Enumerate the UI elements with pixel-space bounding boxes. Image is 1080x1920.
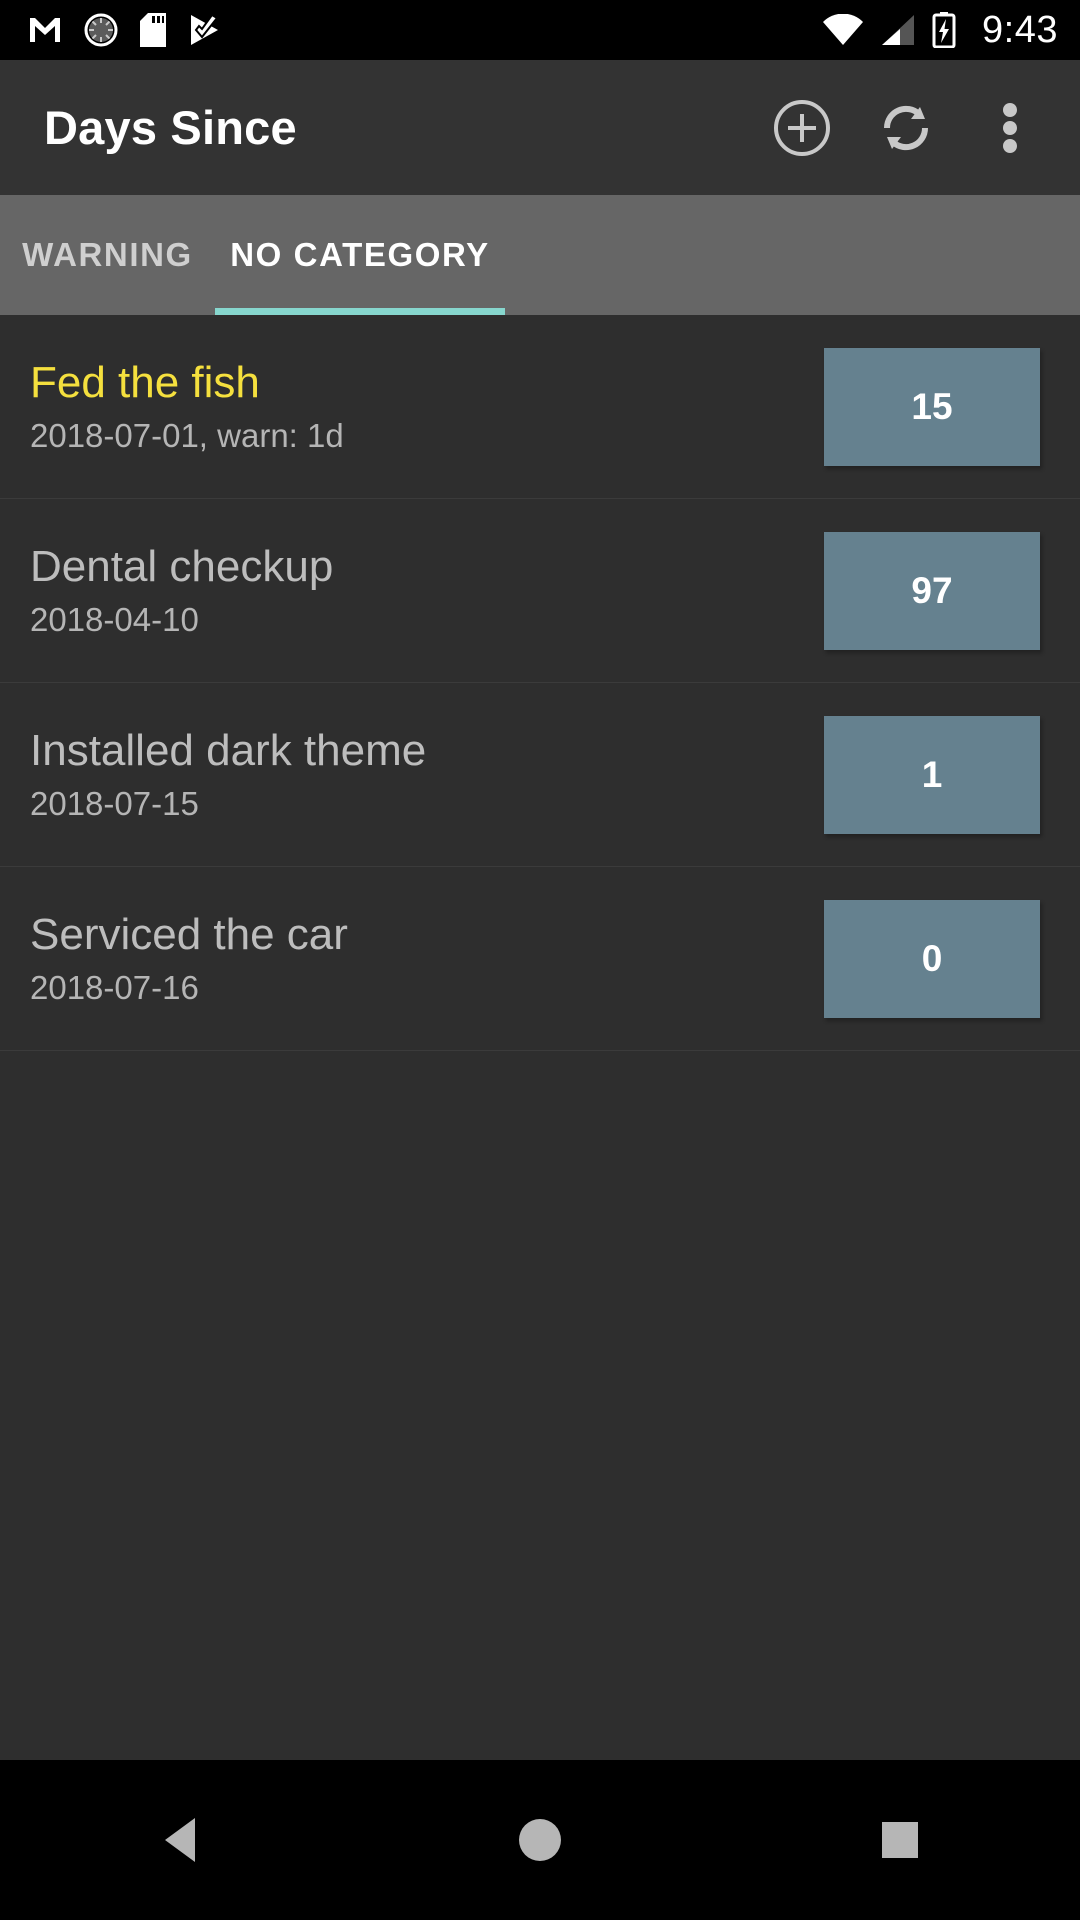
battery-charging-icon	[932, 12, 956, 48]
list-item-text: Dental checkup 2018-04-10	[30, 542, 824, 639]
status-bar-clock: 9:43	[982, 9, 1058, 51]
tab-no-category-label: NO CATEGORY	[230, 236, 490, 273]
overflow-menu-button[interactable]	[958, 76, 1062, 180]
app-bar-actions	[750, 76, 1062, 180]
back-triangle-icon	[165, 1818, 195, 1862]
android-nav-bar	[0, 1760, 1080, 1920]
add-button[interactable]	[750, 76, 854, 180]
sd-card-icon	[140, 13, 166, 47]
days-count-badge[interactable]: 97	[824, 531, 1040, 650]
tab-warning-label: WARNING	[22, 236, 193, 273]
table-row[interactable]: Fed the fish 2018-07-01, warn: 1d 15	[0, 315, 1080, 499]
list-item-text: Installed dark theme 2018-07-15	[30, 726, 824, 823]
tab-active-indicator	[215, 308, 505, 315]
days-count-badge[interactable]: 1	[824, 715, 1040, 834]
table-row[interactable]: Dental checkup 2018-04-10 97	[0, 499, 1080, 683]
back-button[interactable]	[105, 1760, 255, 1920]
page-title: Days Since	[44, 101, 297, 154]
more-vert-icon	[1003, 102, 1017, 153]
refresh-icon	[883, 105, 929, 150]
list-item-subtitle: 2018-07-01, warn: 1d	[30, 417, 344, 455]
table-row[interactable]: Serviced the car 2018-07-16 0	[0, 867, 1080, 1051]
list-item-title: Serviced the car	[30, 909, 348, 959]
list-item-text: Fed the fish 2018-07-01, warn: 1d	[30, 358, 824, 455]
list-item-title: Installed dark theme	[30, 725, 427, 775]
list-item-text: Serviced the car 2018-07-16	[30, 910, 824, 1007]
wifi-icon	[823, 14, 864, 45]
app-screen: 9:43 Days Since WARNING NO CATEGORY Fed …	[0, 0, 1080, 1920]
sync-progress-icon	[84, 13, 118, 47]
list-item-title: Dental checkup	[30, 541, 334, 591]
refresh-button[interactable]	[854, 76, 958, 180]
plus-circle-icon	[774, 99, 830, 156]
list-item-subtitle: 2018-07-16	[30, 969, 199, 1007]
app-bar: Days Since	[0, 60, 1080, 195]
tab-bar: WARNING NO CATEGORY	[0, 195, 1080, 315]
table-row[interactable]: Installed dark theme 2018-07-15 1	[0, 683, 1080, 867]
home-circle-icon	[519, 1819, 561, 1861]
recents-button[interactable]	[825, 1760, 975, 1920]
days-count-badge[interactable]: 0	[824, 899, 1040, 1018]
status-bar-left-icons	[28, 13, 220, 47]
tab-no-category[interactable]: NO CATEGORY	[215, 195, 505, 315]
home-button[interactable]	[465, 1760, 615, 1920]
tasks-check-icon	[191, 13, 219, 45]
days-count-badge[interactable]: 15	[824, 347, 1040, 466]
list-item-title: Fed the fish	[30, 357, 260, 407]
entries-list: Fed the fish 2018-07-01, warn: 1d 15 Den…	[0, 315, 1080, 1760]
status-bar: 9:43	[0, 0, 1080, 60]
recents-square-icon	[882, 1822, 918, 1858]
list-item-subtitle: 2018-04-10	[30, 601, 199, 639]
gmail-icon	[30, 18, 60, 42]
status-bar-right-icons: 9:43	[822, 0, 1058, 60]
tab-warning[interactable]: WARNING	[0, 195, 215, 315]
list-item-subtitle: 2018-07-15	[30, 785, 199, 823]
cell-signal-icon	[882, 15, 915, 45]
